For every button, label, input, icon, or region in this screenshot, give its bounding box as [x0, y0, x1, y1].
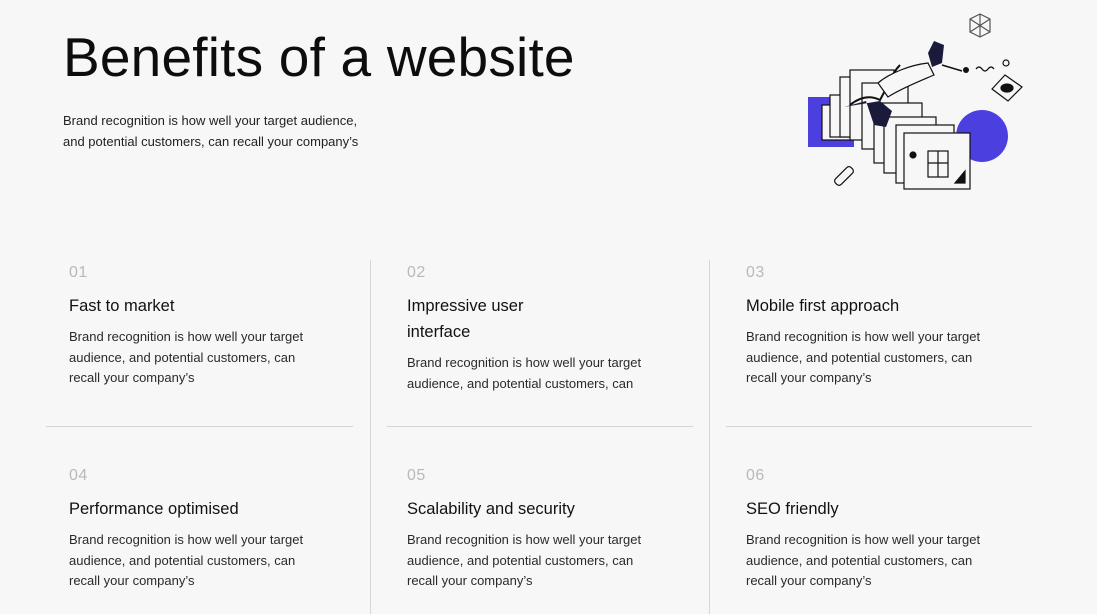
benefit-description: Brand recognition is how well your targe…	[746, 532, 981, 588]
benefit-title: Impressive user interface	[407, 297, 524, 341]
benefit-card: 05 Scalability and security Brand recogn…	[407, 466, 657, 592]
benefit-card: 03 Mobile first approach Brand recogniti…	[746, 263, 996, 389]
benefit-card: 02 Impressive user interface Brand recog…	[407, 263, 657, 394]
benefit-card: 01 Fast to market Brand recognition is h…	[69, 263, 319, 389]
benefit-description: Brand recognition is how well your targe…	[407, 532, 642, 588]
person-with-screens-illustration	[800, 5, 1040, 205]
benefit-number: 06	[746, 467, 765, 484]
benefit-description: Brand recognition is how well your targe…	[746, 329, 981, 385]
benefit-number: 04	[69, 467, 88, 484]
benefit-number: 03	[746, 264, 765, 281]
benefit-title: SEO friendly	[746, 500, 839, 518]
benefit-card: 04 Performance optimised Brand recogniti…	[69, 466, 319, 592]
benefit-description: Brand recognition is how well your targe…	[69, 329, 304, 385]
divider-vertical-1	[370, 260, 371, 614]
floating-shape	[991, 74, 1023, 102]
benefit-title: Fast to market	[69, 297, 175, 315]
benefit-description: Brand recognition is how well your targe…	[407, 355, 642, 391]
benefit-title: Mobile first approach	[746, 297, 900, 315]
divider-horizontal-1	[46, 426, 353, 427]
divider-vertical-2	[709, 260, 710, 614]
pen-icon	[834, 166, 854, 186]
benefit-title: Scalability and security	[407, 500, 575, 518]
benefit-title: Performance optimised	[69, 500, 239, 518]
benefit-number: 05	[407, 467, 426, 484]
benefit-card: 06 SEO friendly Brand recognition is how…	[746, 466, 996, 592]
benefit-description: Brand recognition is how well your targe…	[69, 532, 304, 588]
cube-icon	[969, 13, 991, 38]
intro-text: Brand recognition is how well your targe…	[63, 113, 359, 149]
divider-horizontal-3	[726, 426, 1032, 427]
benefit-number: 01	[69, 264, 88, 281]
benefit-number: 02	[407, 264, 426, 281]
benefits-section: Benefits of a website Brand recognition …	[0, 0, 1097, 614]
divider-horizontal-2	[387, 426, 693, 427]
page-title: Benefits of a website	[63, 26, 575, 88]
